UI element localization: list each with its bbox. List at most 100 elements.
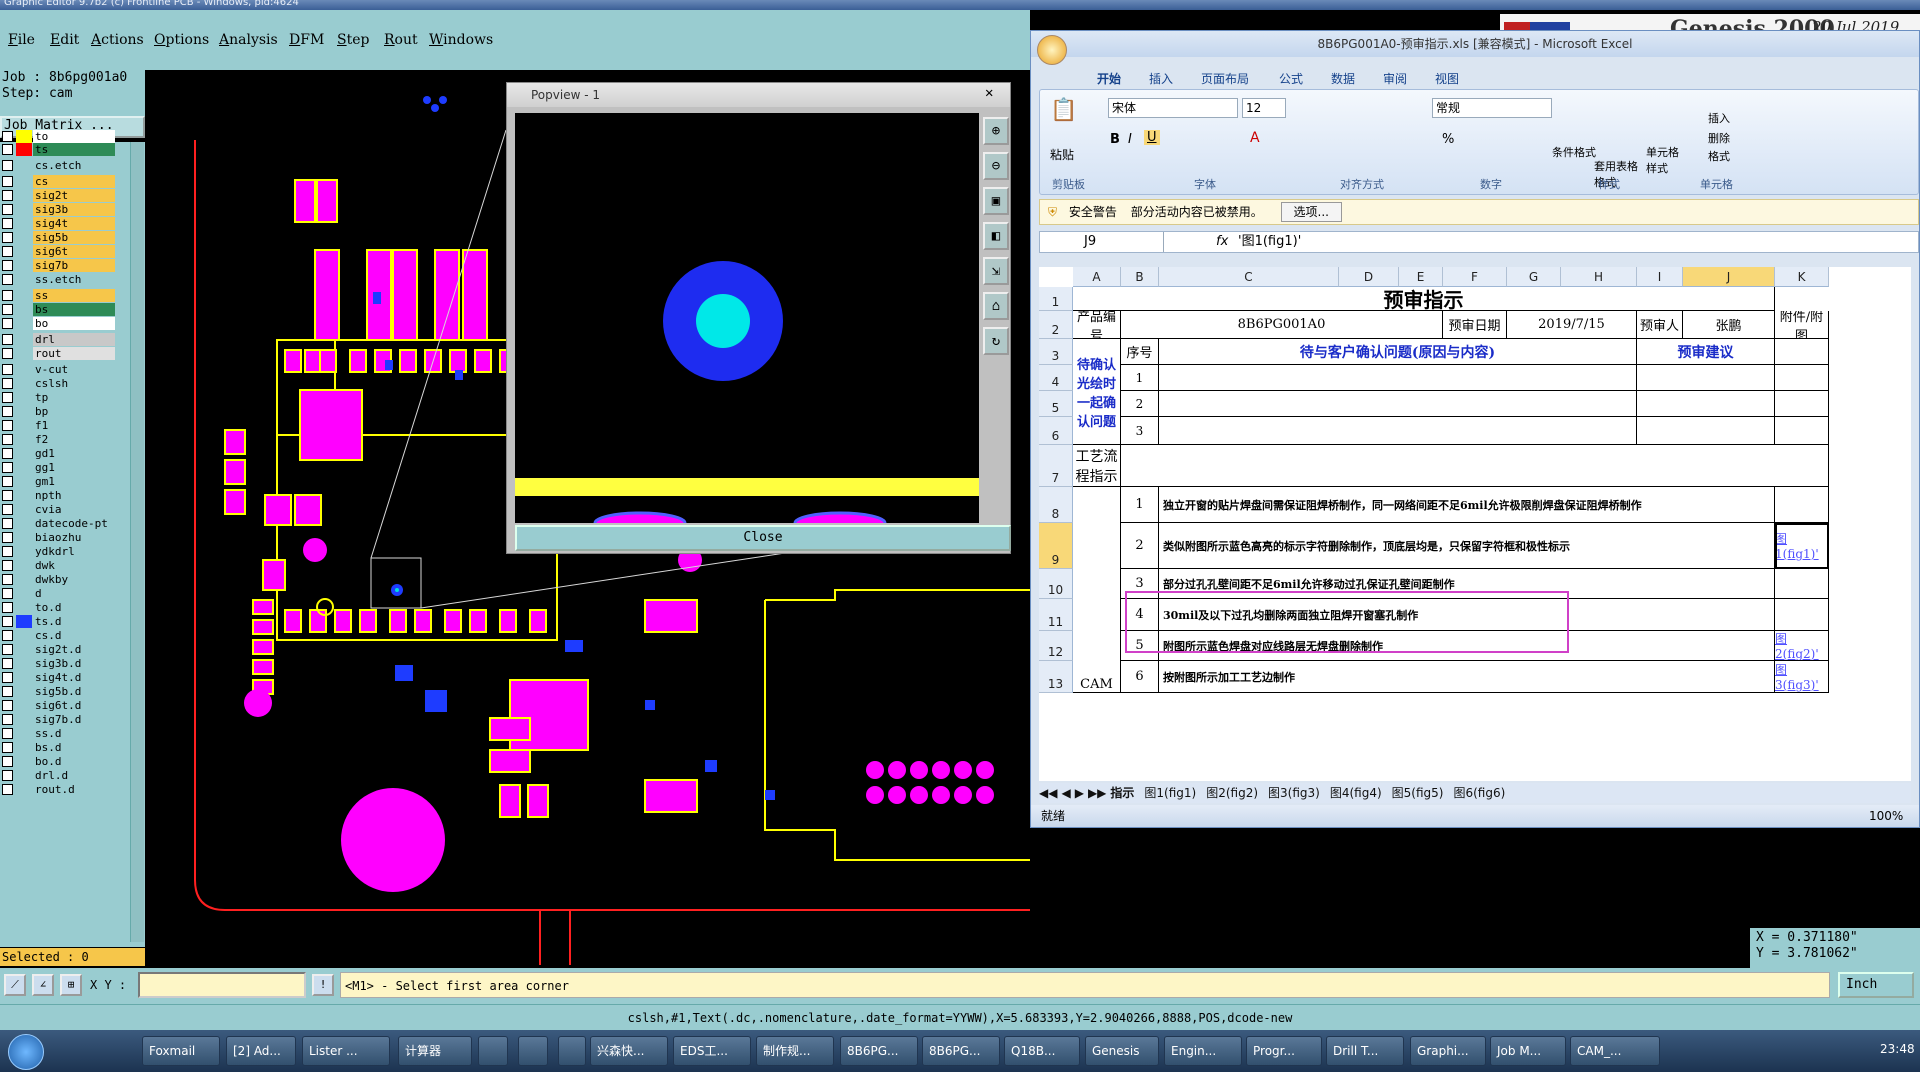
taskbar-item[interactable]: Foxmail: [142, 1036, 220, 1066]
layer-name[interactable]: v-cut: [33, 363, 115, 376]
cell[interactable]: [1159, 365, 1637, 391]
column-header[interactable]: J: [1683, 267, 1775, 287]
layer-checkbox[interactable]: [2, 364, 13, 375]
layer-color-swatch[interactable]: [16, 699, 32, 712]
row-header[interactable]: 1: [1039, 287, 1073, 311]
layer-name[interactable]: ss: [33, 289, 115, 302]
sheet-title[interactable]: 预审指示: [1073, 287, 1775, 311]
menu-options[interactable]: Options: [154, 32, 209, 48]
zoom-out-icon[interactable]: ⊖: [983, 152, 1009, 180]
taskbar-item[interactable]: Drill T...: [1326, 1036, 1404, 1066]
layer-color-swatch[interactable]: [16, 143, 32, 156]
layer-checkbox[interactable]: [2, 392, 13, 403]
layer-name[interactable]: sig6t.d: [33, 699, 115, 712]
row-header[interactable]: 12: [1039, 631, 1073, 661]
layer-row[interactable]: gd1: [0, 446, 118, 461]
taskbar-item[interactable]: Q18B...: [1004, 1036, 1080, 1066]
layer-color-swatch[interactable]: [16, 783, 32, 796]
item-number[interactable]: 6: [1121, 661, 1159, 693]
layer-color-swatch[interactable]: [16, 175, 32, 188]
angle-tool-icon[interactable]: ∠: [32, 974, 54, 996]
layer-name[interactable]: to.d: [33, 601, 115, 614]
layer-color-swatch[interactable]: [16, 657, 32, 670]
home-icon[interactable]: ⌂: [983, 292, 1009, 320]
tab-review[interactable]: 审阅: [1383, 70, 1407, 87]
layer-checkbox[interactable]: [2, 462, 13, 473]
layer-color-swatch[interactable]: [16, 447, 32, 460]
layer-checkbox[interactable]: [2, 406, 13, 417]
layer-color-swatch[interactable]: [16, 769, 32, 782]
reviewer-value[interactable]: 张鹏: [1683, 311, 1775, 339]
layer-row[interactable]: bo.d: [0, 754, 118, 769]
layer-color-swatch[interactable]: [16, 347, 32, 360]
layer-name[interactable]: gg1: [33, 461, 115, 474]
cell[interactable]: [1775, 417, 1829, 445]
delete-cells-button[interactable]: 删除: [1708, 130, 1730, 146]
bold-icon[interactable]: B: [1110, 132, 1120, 147]
layer-name[interactable]: bo.d: [33, 755, 115, 768]
layer-checkbox[interactable]: [2, 204, 13, 215]
cell[interactable]: [1121, 445, 1829, 487]
tab-view[interactable]: 视图: [1435, 70, 1459, 87]
paste-icon[interactable]: 📋: [1050, 98, 1077, 123]
taskbar-item[interactable]: [478, 1036, 508, 1066]
layer-color-swatch[interactable]: [16, 159, 32, 172]
layer-name[interactable]: ydkdrl: [33, 545, 115, 558]
layer-row[interactable]: ydkdrl: [0, 544, 118, 559]
date-label[interactable]: 预审日期: [1443, 311, 1507, 339]
attachment-link[interactable]: [1775, 569, 1829, 599]
cell-style-button[interactable]: 单元格样式: [1646, 144, 1682, 176]
layer-checkbox[interactable]: [2, 176, 13, 187]
layer-checkbox[interactable]: [2, 504, 13, 515]
sheet-tab[interactable]: 图6(fig6): [1453, 786, 1505, 800]
row-header[interactable]: 2: [1039, 311, 1073, 339]
layer-row[interactable]: cslsh: [0, 376, 118, 391]
layer-checkbox[interactable]: [2, 672, 13, 683]
menu-dfm[interactable]: DFM: [289, 32, 324, 48]
layer-checkbox[interactable]: [2, 160, 13, 171]
seq-cell[interactable]: 3: [1121, 417, 1159, 445]
info-icon[interactable]: !: [312, 974, 334, 996]
process-label[interactable]: 工艺流程指示: [1073, 445, 1121, 487]
layer-name[interactable]: drl: [33, 333, 115, 346]
layer-checkbox[interactable]: [2, 218, 13, 229]
layer-color-swatch[interactable]: [16, 217, 32, 230]
layer-name[interactable]: bs.d: [33, 741, 115, 754]
popview-close-icon[interactable]: ✕: [985, 85, 993, 101]
row-header[interactable]: 8: [1039, 487, 1073, 523]
attachment-link[interactable]: [1775, 599, 1829, 631]
layer-color-swatch[interactable]: [16, 601, 32, 614]
column-header[interactable]: I: [1637, 267, 1683, 287]
layer-row[interactable]: gm1: [0, 474, 118, 489]
layer-name[interactable]: cs: [33, 175, 115, 188]
layer-name[interactable]: sig7b.d: [33, 713, 115, 726]
layer-name[interactable]: sig2t: [33, 189, 115, 202]
layer-color-swatch[interactable]: [16, 587, 32, 600]
taskbar-item[interactable]: EDS工...: [673, 1036, 751, 1066]
menu-actions[interactable]: Actions: [91, 32, 144, 48]
taskbar-item[interactable]: Genesis: [1085, 1036, 1159, 1066]
tab-home[interactable]: 开始: [1097, 70, 1121, 87]
layer-checkbox[interactable]: [2, 131, 13, 142]
seq-cell[interactable]: 1: [1121, 365, 1159, 391]
layer-checkbox[interactable]: [2, 448, 13, 459]
sheet-tab[interactable]: 图3(fig3): [1268, 786, 1320, 800]
layer-checkbox[interactable]: [2, 144, 13, 155]
layer-row[interactable]: bs: [0, 302, 118, 317]
layer-name[interactable]: ts.d: [33, 615, 115, 628]
layer-color-swatch[interactable]: [16, 713, 32, 726]
layer-name[interactable]: dwk: [33, 559, 115, 572]
taskbar-item[interactable]: 兴森快...: [590, 1036, 668, 1066]
item-text[interactable]: 按附图所示加工工艺边制作: [1159, 661, 1775, 693]
attachment-link[interactable]: [1775, 487, 1829, 523]
layer-checkbox[interactable]: [2, 260, 13, 271]
layer-color-swatch[interactable]: [16, 643, 32, 656]
conditional-format-button[interactable]: 条件格式: [1552, 144, 1596, 160]
menu-edit[interactable]: Edit: [50, 32, 79, 48]
layer-row[interactable]: sig5b.d: [0, 684, 118, 699]
item-number[interactable]: 2: [1121, 523, 1159, 569]
layer-checkbox[interactable]: [2, 232, 13, 243]
xy-input[interactable]: [138, 972, 306, 998]
layer-row[interactable]: npth: [0, 488, 118, 503]
layer-row[interactable]: drl.d: [0, 768, 118, 783]
